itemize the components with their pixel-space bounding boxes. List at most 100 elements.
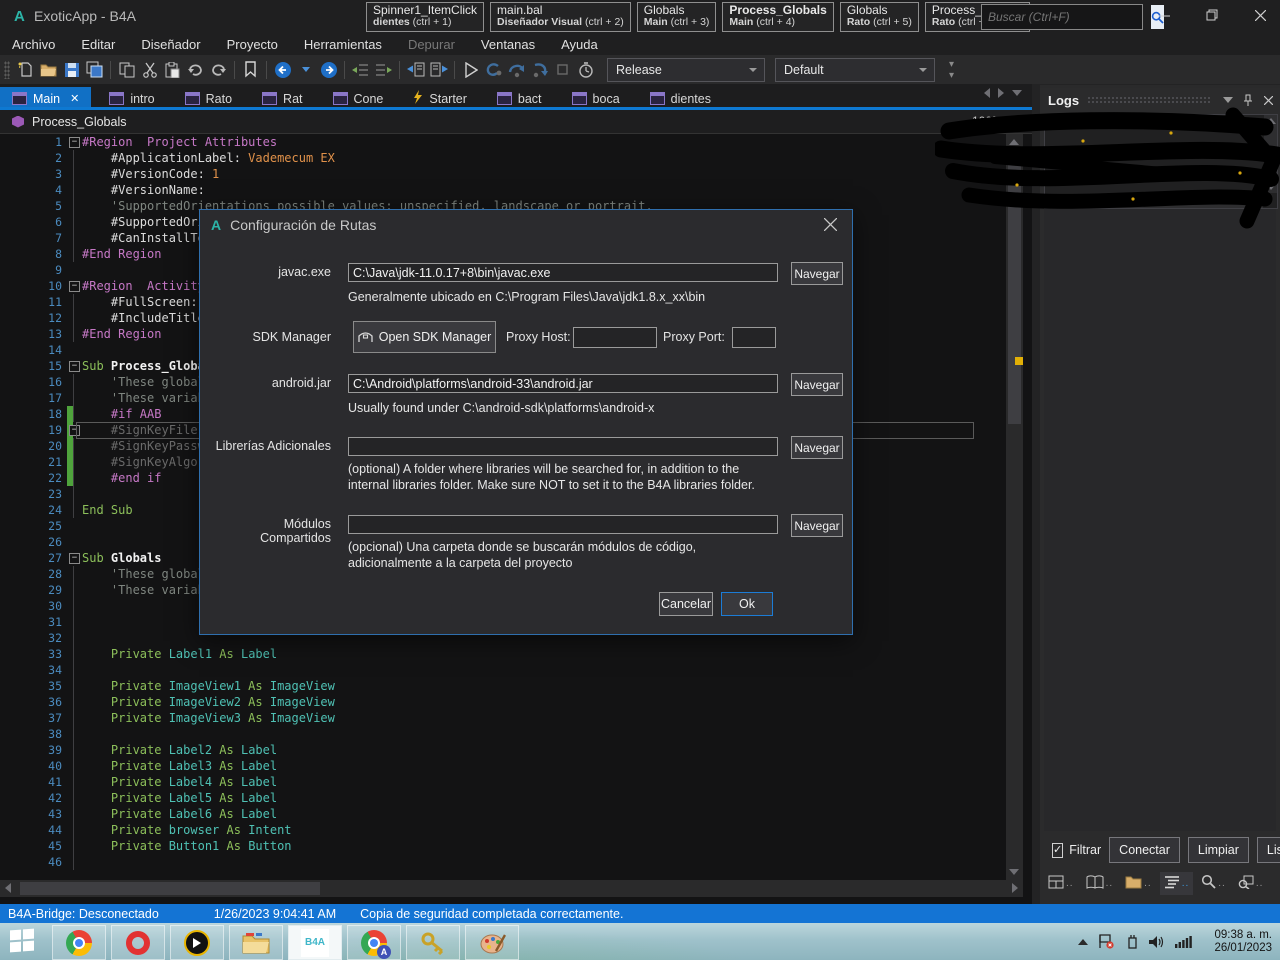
javac-path-input[interactable] [348, 263, 778, 282]
copy-icon[interactable] [115, 58, 138, 81]
power-battery-icon[interactable] [1124, 934, 1139, 949]
build-configuration-dropdown[interactable]: Release [607, 57, 765, 82]
code-line[interactable]: 35 Private ImageView1 As ImageView [0, 678, 1004, 694]
tray-expand-chevron-icon[interactable] [1078, 938, 1088, 945]
log-vertical-scrollbar[interactable] [1264, 115, 1277, 193]
editor-horizontal-scrollbar[interactable] [0, 880, 1023, 897]
filter-checkbox[interactable]: ✓ [1052, 842, 1064, 858]
tab-list-dropdown-icon[interactable] [1012, 90, 1022, 96]
dialog-close-icon[interactable] [823, 217, 838, 232]
step-into-icon[interactable] [528, 58, 551, 81]
scroll-up-icon[interactable] [1009, 139, 1019, 145]
close-icon[interactable] [1260, 92, 1276, 108]
code-line[interactable]: 40 Private Label3 As Label [0, 758, 1004, 774]
code-line[interactable]: 1− #Region Project Attributes [0, 134, 1004, 150]
android-jar-browse-button[interactable]: Navegar [791, 373, 843, 396]
cancel-button[interactable]: Cancelar [659, 592, 713, 616]
scroll-down-icon[interactable] [1009, 869, 1019, 875]
code-line[interactable]: 45 Private Button1 As Button [0, 838, 1004, 854]
menu-item-editar[interactable]: Editar [81, 37, 115, 52]
profile-dropdown[interactable]: Default [775, 57, 935, 82]
code-line[interactable]: 44 Private browser As Intent [0, 822, 1004, 838]
run-icon[interactable] [459, 58, 482, 81]
redo-icon[interactable] [207, 58, 230, 81]
menu-item-archivo[interactable]: Archivo [12, 37, 55, 52]
code-line[interactable]: 2 #ApplicationLabel: Vademecum EX [0, 150, 1004, 166]
toolbar-grip[interactable] [4, 60, 10, 79]
nav-back-icon[interactable] [271, 58, 294, 81]
start-button[interactable] [10, 928, 36, 953]
minimize-button[interactable] [1144, 0, 1184, 30]
volume-icon[interactable] [1149, 935, 1165, 949]
network-signal-icon[interactable] [1175, 935, 1192, 948]
dock-tab-designer-grid[interactable]: .. [1044, 872, 1078, 895]
ok-button[interactable]: Ok [721, 592, 773, 616]
dock-tab-search[interactable]: .. [1197, 871, 1230, 895]
fold-collapse-icon[interactable]: − [69, 425, 80, 436]
scroll-left-icon[interactable] [5, 883, 11, 893]
proxy-port-input[interactable] [732, 327, 776, 348]
javac-browse-button[interactable]: Navegar [791, 262, 843, 285]
menu-item-ayuda[interactable]: Ayuda [561, 37, 598, 52]
next-sub-icon[interactable] [427, 58, 450, 81]
shared-modules-browse-button[interactable]: Navegar [791, 514, 843, 537]
menu-item-diseñador[interactable]: Diseñador [141, 37, 200, 52]
dock-tab-search-window[interactable]: .. [1234, 872, 1268, 895]
nav-forward-icon[interactable] [317, 58, 340, 81]
quick-jump-tab[interactable]: Globals Main (ctrl + 3) [636, 2, 717, 32]
device-list-button[interactable]: Lista Pe [1256, 837, 1280, 863]
fold-collapse-icon[interactable]: − [69, 361, 80, 372]
code-line[interactable]: 42 Private Label5 As Label [0, 790, 1004, 806]
code-line[interactable]: 41 Private Label4 As Label [0, 774, 1004, 790]
code-line[interactable]: 4 #VersionName: [0, 182, 1004, 198]
code-line[interactable]: 37 Private ImageView3 As ImageView [0, 710, 1004, 726]
panel-splitter[interactable] [1032, 84, 1040, 905]
close-tab-icon[interactable]: ✕ [70, 92, 79, 105]
scroll-tabs-left-icon[interactable] [984, 88, 990, 98]
quick-jump-tab[interactable]: Process_Globals Main (ctrl + 4) [722, 2, 834, 32]
android-jar-path-input[interactable] [348, 374, 778, 393]
save-icon[interactable] [60, 58, 83, 81]
logs-menu-chevron-icon[interactable] [1220, 92, 1236, 108]
log-horizontal-scrollbar[interactable] [1045, 195, 1263, 208]
quick-jump-tab[interactable]: Spinner1_ItemClick dientes (ctrl + 1) [366, 2, 485, 32]
taskbar-item-keys[interactable] [406, 925, 460, 960]
connect-button[interactable]: Conectar [1109, 837, 1180, 863]
scroll-up-icon[interactable] [1266, 118, 1276, 124]
restore-button[interactable] [1192, 0, 1232, 30]
scroll-tabs-right-icon[interactable] [998, 88, 1004, 98]
taskbar-item-chrome-a[interactable]: A [347, 925, 401, 960]
taskbar-item-chrome[interactable] [52, 925, 106, 960]
code-line[interactable]: 3 #VersionCode: 1 [0, 166, 1004, 182]
additional-libraries-input[interactable] [348, 437, 778, 456]
code-line[interactable]: 38 [0, 726, 1004, 742]
scrollbar-thumb[interactable] [1008, 154, 1021, 424]
code-line[interactable]: 43 Private Label6 As Label [0, 806, 1004, 822]
prev-sub-icon[interactable] [404, 58, 427, 81]
scroll-down-icon[interactable] [1266, 184, 1276, 190]
scroll-left-icon[interactable] [1048, 197, 1054, 207]
shared-modules-input[interactable] [348, 515, 778, 534]
dock-tab-book[interactable]: .. [1082, 872, 1118, 895]
bookmark-icon[interactable] [239, 58, 262, 81]
code-line[interactable]: 34 [0, 662, 1004, 678]
action-center-flag-icon[interactable] [1098, 934, 1114, 949]
code-line[interactable]: 36 Private ImageView2 As ImageView [0, 694, 1004, 710]
editor-vertical-scrollbar[interactable] [1006, 134, 1023, 880]
search-box[interactable] [981, 4, 1164, 30]
quick-jump-tab[interactable]: main.bal Diseñador Visual (ctrl + 2) [490, 2, 631, 32]
taskbar-item-opera[interactable] [111, 925, 165, 960]
code-line[interactable]: 46 [0, 854, 1004, 870]
comment-out-icon[interactable] [349, 58, 372, 81]
log-output-list[interactable] [1044, 114, 1278, 209]
taskbar-item-paint[interactable] [465, 925, 519, 960]
code-line[interactable]: 39 Private Label2 As Label [0, 742, 1004, 758]
scrollbar-thumb[interactable] [20, 882, 320, 895]
proxy-host-input[interactable] [573, 327, 657, 348]
quick-jump-tab[interactable]: Globals Rato (ctrl + 5) [839, 2, 919, 32]
search-input[interactable] [982, 5, 1151, 29]
logs-panel-header[interactable]: Logs [1040, 88, 1280, 112]
paste-icon[interactable] [161, 58, 184, 81]
stop-icon[interactable] [551, 58, 574, 81]
menu-item-ventanas[interactable]: Ventanas [481, 37, 535, 52]
